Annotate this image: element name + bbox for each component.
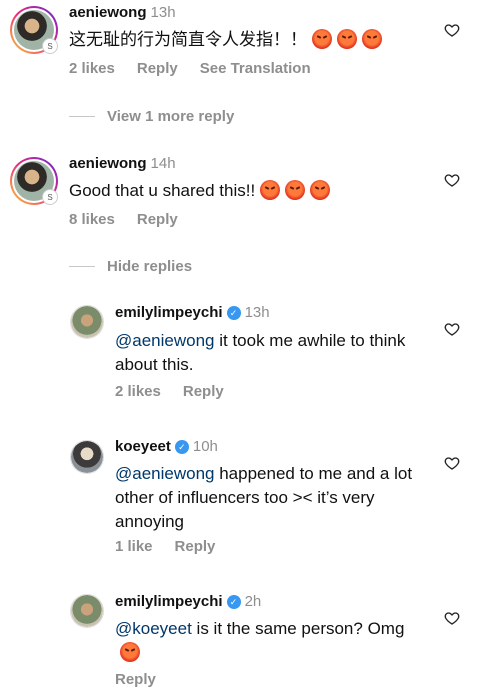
angry-face-emoji xyxy=(120,642,140,662)
reply-text: @aeniewong it took me awhile to think ab… xyxy=(115,331,406,374)
reply-time: 13h xyxy=(244,304,270,321)
reply-username[interactable]: koeyeet ✓ 10h xyxy=(115,438,218,455)
reply-button[interactable]: Reply xyxy=(115,671,156,688)
reply-username[interactable]: emilylimpeychi ✓ 13h xyxy=(115,304,270,321)
reply-text: @koeyeet is it the same person? Omg xyxy=(115,617,415,665)
angry-face-emoji xyxy=(312,29,332,49)
heart-icon[interactable] xyxy=(444,321,460,337)
avatar[interactable] xyxy=(70,594,104,628)
comment-username[interactable]: aeniewong 13h xyxy=(69,4,176,21)
angry-face-emoji xyxy=(337,29,357,49)
reply-time: 10h xyxy=(192,438,218,455)
reply-meta: 2 likes Reply xyxy=(115,383,246,400)
reply-text: @aeniewong happened to me and a lot othe… xyxy=(115,464,413,531)
comment-meta: 8 likes Reply xyxy=(69,211,200,228)
angry-face-emoji xyxy=(285,180,306,200)
angry-face-emoji xyxy=(310,180,331,200)
reply-button[interactable]: Reply xyxy=(183,383,224,400)
see-translation-button[interactable]: See Translation xyxy=(200,60,311,77)
likes-count[interactable]: 1 like xyxy=(115,538,153,555)
avatar[interactable] xyxy=(70,440,104,474)
angry-face-emoji xyxy=(362,29,382,49)
mention-link[interactable]: @aeniewong xyxy=(115,464,215,483)
reply-button[interactable]: Reply xyxy=(137,60,178,77)
comment-username[interactable]: aeniewong 14h xyxy=(69,155,176,172)
view-more-replies-button[interactable]: View 1 more reply xyxy=(69,108,234,125)
reply-meta: 1 like Reply xyxy=(115,538,237,555)
hide-replies-button[interactable]: Hide replies xyxy=(69,258,192,275)
comment-text: Good that u shared this!! xyxy=(69,179,331,203)
mention-link[interactable]: @koeyeet xyxy=(115,619,192,638)
likes-count[interactable]: 8 likes xyxy=(69,211,115,228)
reply-button[interactable]: Reply xyxy=(137,211,178,228)
avatar[interactable] xyxy=(70,305,104,339)
story-badge-icon: S xyxy=(42,189,58,205)
reply-time: 2h xyxy=(244,593,262,610)
verified-badge-icon: ✓ xyxy=(174,440,189,454)
comment-time: 13h xyxy=(150,4,176,21)
mention-link[interactable]: @aeniewong xyxy=(115,331,215,350)
likes-count[interactable]: 2 likes xyxy=(69,60,115,77)
comment-time: 14h xyxy=(150,155,176,172)
divider xyxy=(69,266,95,267)
reply-button[interactable]: Reply xyxy=(175,538,216,555)
reply-username[interactable]: emilylimpeychi ✓ 2h xyxy=(115,593,261,610)
heart-icon[interactable] xyxy=(444,172,460,188)
heart-icon[interactable] xyxy=(444,22,460,38)
comment-text: 这无耻的行为简直令人发指！！ xyxy=(69,28,382,52)
heart-icon[interactable] xyxy=(444,455,460,471)
verified-badge-icon: ✓ xyxy=(226,306,241,320)
angry-face-emoji xyxy=(260,180,281,200)
divider xyxy=(69,116,95,117)
reply-meta: Reply xyxy=(115,671,178,688)
comment-meta: 2 likes Reply See Translation xyxy=(69,60,333,77)
likes-count[interactable]: 2 likes xyxy=(115,383,161,400)
story-badge-icon: S xyxy=(42,38,58,54)
heart-icon[interactable] xyxy=(444,610,460,626)
verified-badge-icon: ✓ xyxy=(226,595,241,609)
